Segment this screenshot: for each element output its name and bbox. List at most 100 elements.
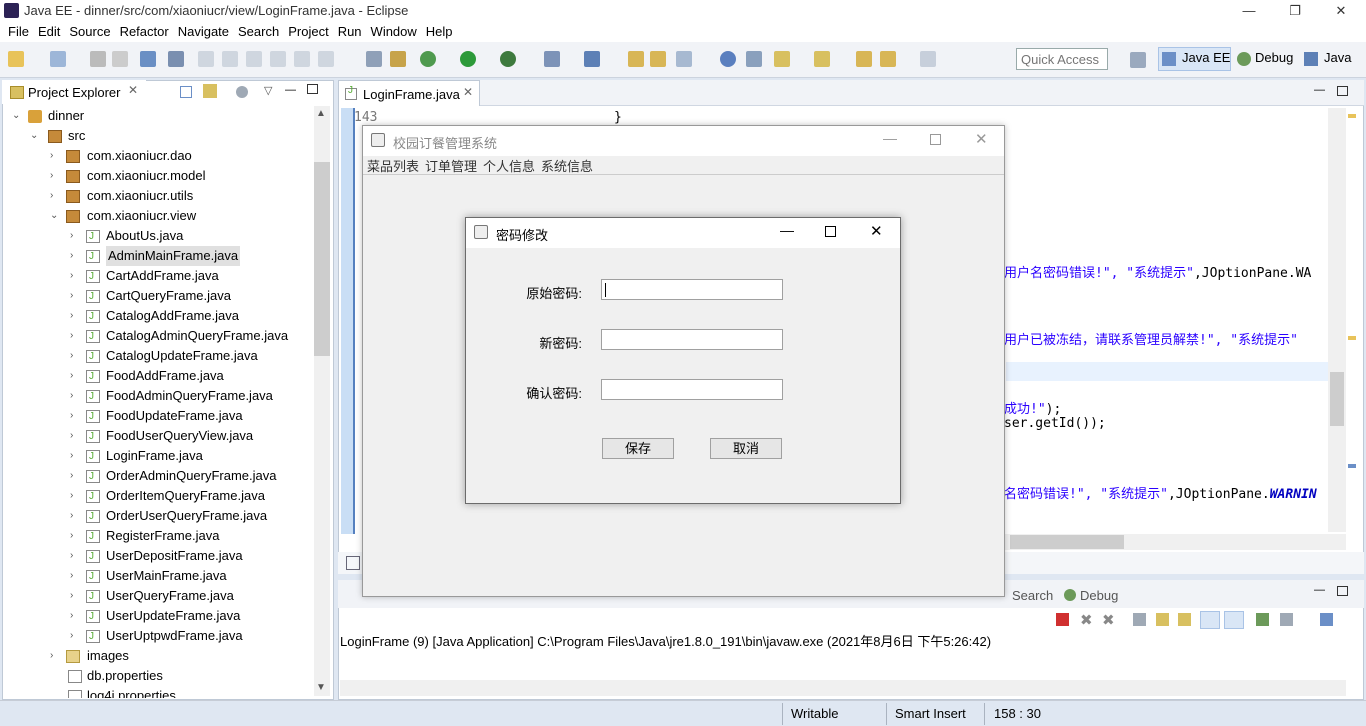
maximize-editor-icon[interactable]	[1337, 86, 1348, 96]
expand-arrow-icon[interactable]: ›	[70, 586, 80, 606]
outline-icon[interactable]	[366, 51, 382, 67]
dialog-minimize-icon[interactable]: —	[780, 222, 794, 238]
menu-project[interactable]: Project	[280, 22, 328, 39]
perspective-debug[interactable]: Debug	[1255, 50, 1293, 65]
open-task-icon[interactable]	[650, 51, 666, 67]
close-tab-icon[interactable]: ✕	[128, 83, 138, 97]
clear-console-icon[interactable]	[1133, 613, 1146, 626]
close-button[interactable]: ✕	[1318, 0, 1364, 22]
expand-arrow-icon[interactable]: ›	[70, 266, 80, 286]
build-icon[interactable]	[390, 51, 406, 67]
menu-search[interactable]: Search	[230, 22, 279, 39]
editor-hscroll-thumb[interactable]	[1010, 535, 1124, 549]
app-menu-dish-list[interactable]: 菜品列表	[367, 156, 419, 175]
minimize-console-icon[interactable]: —	[1314, 584, 1325, 596]
app-menu-order-management[interactable]: 订单管理	[425, 156, 477, 175]
run-external-icon[interactable]	[500, 51, 516, 67]
save-all-icon[interactable]	[112, 51, 128, 67]
menu-edit[interactable]: Edit	[30, 22, 60, 39]
skip-breakpoints-icon[interactable]	[168, 51, 184, 67]
menu-source[interactable]: Source	[61, 22, 110, 39]
old-password-field[interactable]	[601, 279, 783, 300]
editor-vertical-scrollbar[interactable]	[1328, 108, 1346, 532]
editor-tab-loginframe[interactable]: LoginFrame.java ✕	[338, 80, 480, 106]
menu-navigate[interactable]: Navigate	[170, 22, 229, 39]
scroll-down-icon[interactable]: ▼	[316, 682, 326, 693]
menu-run[interactable]: Run	[330, 22, 362, 39]
open-type-icon[interactable]	[628, 51, 644, 67]
step-return-icon[interactable]	[318, 51, 334, 67]
link-editor-icon[interactable]	[203, 84, 217, 98]
show-stdout-icon[interactable]	[1200, 611, 1220, 629]
tab-debug[interactable]: Debug	[1080, 588, 1118, 603]
expand-arrow-icon[interactable]: ›	[70, 226, 80, 246]
expand-arrow-icon[interactable]: ›	[70, 426, 80, 446]
quick-access-input[interactable]	[1016, 48, 1108, 70]
pin-console-icon[interactable]	[1256, 613, 1269, 626]
step-into-icon[interactable]	[270, 51, 286, 67]
cancel-button[interactable]: 取消	[710, 438, 782, 459]
expand-arrow-icon[interactable]: ›	[70, 486, 80, 506]
menu-help[interactable]: Help	[418, 22, 453, 39]
menu-window[interactable]: Window	[363, 22, 417, 39]
expand-arrow-icon[interactable]: ›	[70, 306, 80, 326]
confirm-password-field[interactable]	[601, 379, 783, 400]
app-maximize-icon[interactable]	[930, 134, 941, 145]
dialog-close-icon[interactable]: ✕	[870, 222, 883, 240]
next-annotation-icon[interactable]	[774, 51, 790, 67]
project-explorer-tab[interactable]: Project Explorer ✕	[2, 80, 146, 104]
expand-arrow-icon[interactable]: ›	[70, 566, 80, 586]
new-class-icon[interactable]	[584, 51, 600, 67]
editor-vscroll-thumb[interactable]	[1330, 372, 1344, 426]
forward-icon[interactable]	[920, 51, 936, 67]
step-over-icon[interactable]	[294, 51, 310, 67]
expand-arrow-icon[interactable]: ›	[70, 326, 80, 346]
perspective-java[interactable]: Java	[1324, 50, 1351, 65]
minimize-button[interactable]: —	[1226, 0, 1272, 22]
expand-arrow-icon[interactable]: ›	[70, 346, 80, 366]
expand-arrow-icon[interactable]: ›	[70, 386, 80, 406]
new-folder-icon[interactable]	[50, 51, 66, 67]
save-icon[interactable]	[90, 51, 106, 67]
console-icon[interactable]	[140, 51, 156, 67]
new-icon[interactable]	[8, 51, 24, 67]
expand-arrow-icon[interactable]: ›	[70, 366, 80, 386]
show-stderr-icon[interactable]	[1224, 611, 1244, 629]
annotation-icon[interactable]	[746, 51, 762, 67]
expand-arrow-icon[interactable]: ›	[70, 606, 80, 626]
expand-arrow-icon[interactable]: ›	[70, 626, 80, 646]
expand-arrow-icon[interactable]: ›	[70, 526, 80, 546]
minimize-editor-icon[interactable]: —	[1314, 84, 1325, 96]
minimize-view-icon[interactable]: —	[285, 84, 296, 96]
resume-icon[interactable]	[198, 51, 214, 67]
word-wrap-icon[interactable]	[1178, 613, 1191, 626]
maximize-console-icon[interactable]	[1337, 586, 1348, 596]
collapse-all-icon[interactable]	[180, 86, 192, 98]
remove-all-icon[interactable]: ✖	[1102, 611, 1115, 629]
perspective-java-ee[interactable]: Java EE	[1182, 50, 1230, 65]
new-server-icon[interactable]	[544, 51, 560, 67]
dialog-maximize-icon[interactable]	[825, 226, 836, 237]
expand-arrow-icon[interactable]: ›	[70, 506, 80, 526]
scroll-up-icon[interactable]: ▲	[316, 108, 326, 119]
app-menu-personal-info[interactable]: 个人信息	[483, 156, 535, 175]
breadcrumb-icon[interactable]	[346, 556, 360, 570]
back-icon[interactable]	[880, 51, 896, 67]
scroll-lock-icon[interactable]	[1156, 613, 1169, 626]
display-console-icon[interactable]	[1280, 613, 1293, 626]
suspend-icon[interactable]	[222, 51, 238, 67]
open-console-icon[interactable]	[1320, 613, 1333, 626]
run-icon[interactable]	[460, 51, 476, 67]
explorer-scroll-thumb[interactable]	[314, 162, 330, 356]
menu-file[interactable]: File	[0, 22, 29, 39]
view-menu-icon[interactable]: ▽	[264, 84, 272, 97]
app-minimize-icon[interactable]: —	[883, 130, 897, 146]
previous-annotation-icon[interactable]	[814, 51, 830, 67]
new-password-field[interactable]	[601, 329, 783, 350]
app-close-icon[interactable]: ✕	[975, 130, 988, 148]
browser-icon[interactable]	[720, 51, 736, 67]
menu-refactor[interactable]: Refactor	[112, 22, 169, 39]
terminate-icon[interactable]	[246, 51, 262, 67]
expand-arrow-icon[interactable]: ›	[70, 246, 80, 266]
expand-arrow-icon[interactable]: ›	[70, 446, 80, 466]
